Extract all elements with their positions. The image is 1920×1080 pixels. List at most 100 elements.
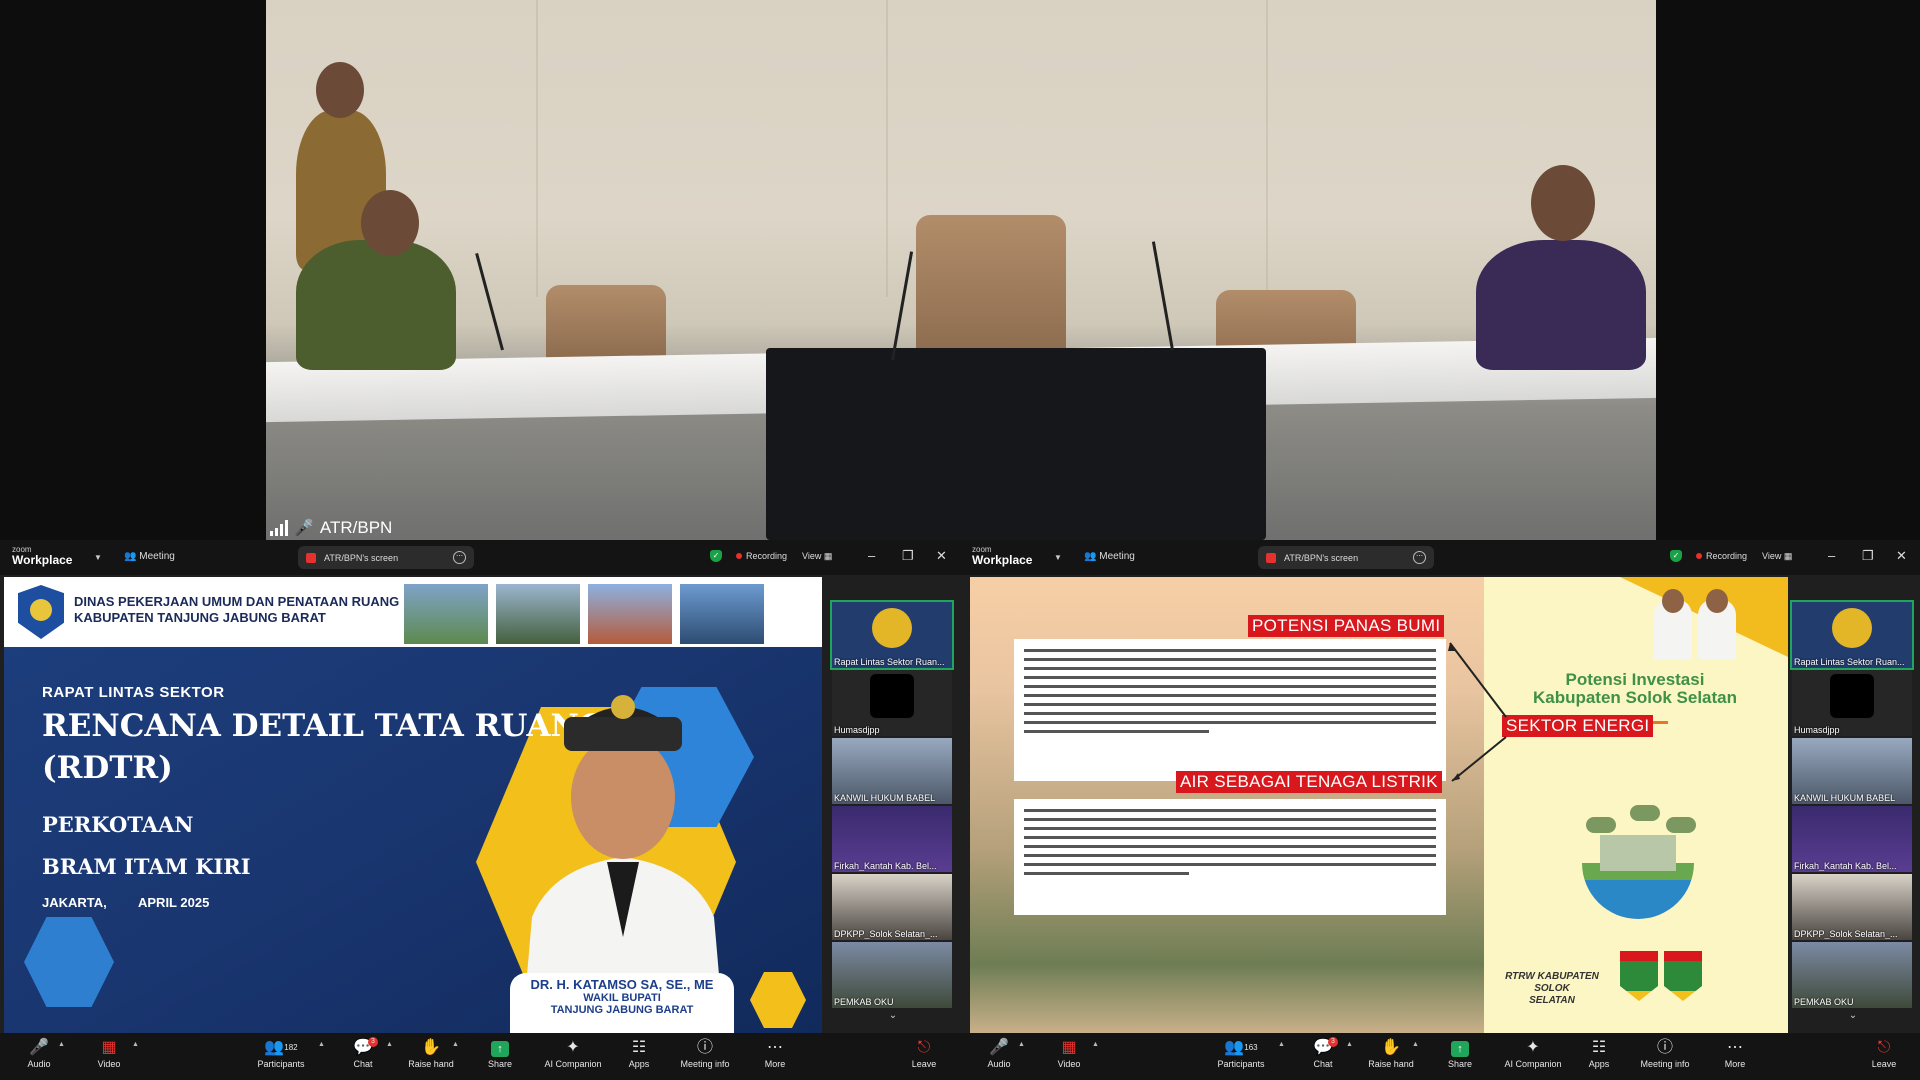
- atr-bpn-logo-icon: [872, 608, 912, 648]
- gallery-tile[interactable]: Rapat Lintas Sektor Ruan...: [1790, 600, 1914, 670]
- ai-companion-button[interactable]: ✦ AI Companion: [538, 1037, 608, 1069]
- zoom-workplace-logo[interactable]: zoom Workplace: [972, 545, 1033, 567]
- gallery-tile[interactable]: Rapat Lintas Sektor Ruan...: [830, 600, 954, 670]
- meeting-label: Meeting: [1099, 551, 1135, 562]
- chevron-up-icon[interactable]: ▲: [1346, 1041, 1353, 1048]
- gallery-tile[interactable]: KANWIL HUKUM BABEL: [832, 738, 952, 804]
- recording-label: Recording: [746, 551, 788, 561]
- gallery-tile-name: PEMKAB OKU: [1794, 997, 1854, 1007]
- meeting-info-button[interactable]: ⓘ Meeting info: [670, 1037, 740, 1069]
- cloud-icon: [1630, 805, 1660, 821]
- decor-hexagon: [24, 917, 114, 1007]
- gallery-tile[interactable]: Firkah_Kantah Kab. Bel...: [832, 806, 952, 872]
- apps-button[interactable]: ☷ Apps: [1564, 1037, 1634, 1069]
- chevron-down-icon[interactable]: ▼: [94, 553, 102, 562]
- more-button[interactable]: ⋯ More: [740, 1037, 810, 1069]
- share-screen-icon: ↑: [1451, 1041, 1469, 1057]
- brand-big: Workplace: [12, 553, 73, 567]
- zoom-workplace-logo[interactable]: zoom Workplace: [12, 545, 73, 567]
- shield-icon[interactable]: ✓: [1670, 550, 1682, 562]
- gallery-tile[interactable]: Humasdjpp: [832, 670, 952, 736]
- close-icon[interactable]: ✕: [936, 548, 947, 564]
- meeting-menu[interactable]: 👥 Meeting: [1084, 551, 1135, 562]
- participants-label: Participants: [1217, 1059, 1265, 1069]
- tag-air-tenaga-listrik: AIR SEBAGAI TENAGA LISTRIK: [1176, 771, 1442, 793]
- restore-icon[interactable]: ❐: [902, 548, 914, 564]
- participants-count: 182: [284, 1043, 298, 1052]
- gallery-tile[interactable]: KANWIL HUKUM BABEL: [1792, 738, 1912, 804]
- gallery-tile[interactable]: Firkah_Kantah Kab. Bel...: [1792, 806, 1912, 872]
- more-label: More: [1724, 1059, 1746, 1069]
- decor-hexagon: [750, 972, 806, 1028]
- chevron-up-icon[interactable]: ▲: [1018, 1041, 1025, 1048]
- screen-share-pill[interactable]: ATR/BPN's screen ⋯: [1258, 546, 1434, 569]
- slide-rapat: RAPAT LINTAS SEKTOR: [42, 684, 225, 701]
- ai-companion-button[interactable]: ✦ AI Companion: [1498, 1037, 1568, 1069]
- screen-share-pill[interactable]: ATR/BPN's screen ⋯: [298, 546, 474, 569]
- chevron-up-icon[interactable]: ▲: [1278, 1041, 1285, 1048]
- chevron-up-icon[interactable]: ▲: [1412, 1041, 1419, 1048]
- chevron-down-icon[interactable]: ⌄: [1792, 1010, 1914, 1021]
- leave-button[interactable]: ⎋ Leave: [889, 1037, 959, 1069]
- share-button[interactable]: ↑ Share: [1425, 1037, 1495, 1069]
- meeting-toolbar: 🎤 Audio ▲ ▦ Video ▲ 👥163 Participants ▲ 💬 3 C…: [960, 1033, 1920, 1080]
- recording-indicator[interactable]: Recording: [1696, 551, 1747, 561]
- title-bar: zoom Workplace ▼ 👥 Meeting ATR/BPN's scr…: [0, 540, 960, 575]
- chat-badge: 3: [368, 1037, 378, 1047]
- apps-icon: ☷: [631, 1039, 647, 1056]
- view-menu[interactable]: View ▦: [1762, 551, 1792, 562]
- chevron-up-icon[interactable]: ▲: [452, 1041, 459, 1048]
- gallery-tile[interactable]: PEMKAB OKU: [1792, 942, 1912, 1008]
- chevron-up-icon[interactable]: ▲: [58, 1041, 65, 1048]
- leave-icon: ⎋: [1877, 1039, 1891, 1056]
- slide-header: DINAS PEKERJAAN UMUM DAN PENATAAN RUANG …: [4, 577, 822, 647]
- participants-icon: 👥182: [264, 1039, 298, 1056]
- gallery-tile[interactable]: DPKPP_Solok Selatan_...: [1792, 874, 1912, 940]
- more-options-icon[interactable]: ⋯: [453, 551, 466, 564]
- footer-line-1: RTRW KABUPATEN SOLOK: [1505, 971, 1599, 994]
- shield-icon[interactable]: ✓: [710, 550, 722, 562]
- apps-icon: ☷: [1591, 1039, 1607, 1056]
- more-options-icon[interactable]: ⋯: [1413, 551, 1426, 564]
- photo: [402, 582, 490, 646]
- chevron-up-icon[interactable]: ▲: [318, 1041, 325, 1048]
- leave-button[interactable]: ⎋ Leave: [1849, 1037, 1919, 1069]
- recording-indicator[interactable]: Recording: [736, 551, 787, 561]
- minimize-icon[interactable]: –: [1828, 548, 1835, 563]
- participants-count: 163: [1244, 1043, 1258, 1052]
- chevron-up-icon[interactable]: ▲: [386, 1041, 393, 1048]
- close-icon[interactable]: ✕: [1896, 548, 1907, 564]
- restore-icon[interactable]: ❐: [1862, 548, 1874, 564]
- apps-button[interactable]: ☷ Apps: [604, 1037, 674, 1069]
- leave-label: Leave: [911, 1059, 937, 1069]
- participant-gallery: Rapat Lintas Sektor Ruan... Humasdjpp KA…: [1790, 600, 1914, 1021]
- chevron-up-icon[interactable]: ▲: [132, 1041, 139, 1048]
- meeting-menu[interactable]: 👥 Meeting: [124, 551, 175, 562]
- chevron-down-icon[interactable]: ⌄: [832, 1010, 954, 1021]
- gallery-tile[interactable]: DPKPP_Solok Selatan_...: [832, 874, 952, 940]
- share-label: ATR/BPN's screen: [324, 552, 399, 563]
- recording-label: Recording: [1706, 551, 1748, 561]
- signal-icon: [270, 520, 288, 536]
- more-button[interactable]: ⋯ More: [1700, 1037, 1770, 1069]
- participants-button[interactable]: 👥163 Participants: [1206, 1037, 1276, 1069]
- view-menu[interactable]: View ▦: [802, 551, 832, 562]
- share-label: Share: [1447, 1059, 1473, 1069]
- gallery-tile-name: Humasdjpp: [1794, 725, 1840, 735]
- chevron-down-icon[interactable]: ▼: [1054, 553, 1062, 562]
- camera-participant-name: ATR/BPN: [319, 518, 393, 537]
- participants-button[interactable]: 👥182 Participants: [246, 1037, 316, 1069]
- org-line-1: DINAS PEKERJAAN UMUM DAN PENATAAN RUANG: [74, 594, 400, 609]
- share-button[interactable]: ↑ Share: [465, 1037, 535, 1069]
- photo: [586, 582, 674, 646]
- minimize-icon[interactable]: –: [868, 548, 875, 563]
- chevron-up-icon[interactable]: ▲: [1092, 1041, 1099, 1048]
- gallery-tile[interactable]: Humasdjpp: [1792, 670, 1912, 736]
- participants-icon: 👥163: [1224, 1039, 1258, 1056]
- meeting-info-button[interactable]: ⓘ Meeting info: [1630, 1037, 1700, 1069]
- brand-big: Workplace: [972, 553, 1033, 567]
- gallery-tile[interactable]: PEMKAB OKU: [832, 942, 952, 1008]
- camera-feed: [266, 0, 1656, 540]
- photo: [494, 582, 582, 646]
- person-role-1: WAKIL BUPATI: [583, 992, 661, 1004]
